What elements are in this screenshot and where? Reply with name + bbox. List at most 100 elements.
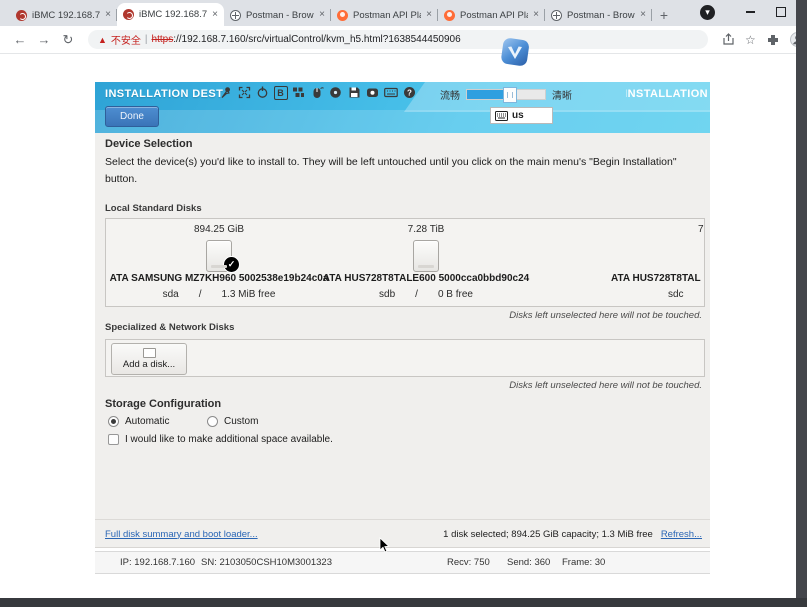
tab-close-icon[interactable]: × [105,10,111,20]
pin-icon[interactable] [218,85,233,100]
soft-keyboard-icon[interactable] [384,85,399,100]
hard-disk-icon: ✓ [206,240,232,272]
specialized-disks-label: Specialized & Network Disks [105,322,234,333]
share-icon[interactable] [722,33,735,46]
maximize-icon [776,7,786,17]
tab-title: iBMC 192.168.7.16 [139,9,207,20]
reload-icon[interactable]: ↻ [56,32,80,48]
url-field[interactable]: ▲ 不安全 | https://192.168.7.160/src/virtua… [88,30,708,49]
tab-ibmc-1[interactable]: iBMC 192.168.7.16 × [10,4,117,26]
url-divider: | [145,34,148,45]
reclaim-space-checkbox[interactable]: I would like to make additional space av… [108,434,333,445]
tab-postman-api-1[interactable]: Postman API Platfo × [331,4,438,26]
tab-title: Postman API Platfo [460,10,528,21]
disk-mount: / [199,289,202,300]
browser-update-icon[interactable]: ▾ [700,5,715,20]
radio-unselected-icon[interactable] [207,416,218,427]
desktop-edge [796,0,807,607]
add-disk-button[interactable]: Add a disk... [111,343,187,375]
forward-icon[interactable]: → [32,32,56,47]
keyboard-layout-indicator[interactable]: us [490,107,553,124]
add-disk-label: Add a disk... [123,359,175,370]
full-disk-summary-link[interactable]: Full disk summary and boot loader... [105,529,258,540]
disk-name: ATA HUS728T8TALE600 5000cca0bbd90c24 [313,273,539,284]
radio-automatic[interactable]: Automatic [108,416,169,427]
desktop-edge [0,598,807,607]
back-icon[interactable]: ← [8,32,32,47]
help-icon[interactable]: ? [402,85,417,100]
extensions-puzzle-icon[interactable] [766,33,780,47]
window-maximize-button[interactable] [766,0,796,24]
tab-close-icon[interactable]: × [212,10,218,20]
refresh-link[interactable]: Refresh... [661,529,702,540]
video-quality-slider: 流畅 清晰 [440,87,572,102]
power-icon[interactable] [255,85,270,100]
tab-close-icon[interactable]: × [319,10,325,20]
tab-title: Postman API Platfo [353,10,421,21]
radio-selected-icon[interactable] [108,416,119,427]
add-disk-icon [143,348,156,358]
selected-check-icon: ✓ [223,256,240,273]
disk-size: 7.28 TiB [321,224,531,235]
disk-tile-sda[interactable]: 894.25 GiB ✓ ATA SAMSUNG MZ7KH960 500253… [114,219,324,307]
security-warning-icon[interactable]: ▲ [98,35,107,45]
status-recv: Recv: 750 [447,557,490,568]
quality-slider-fill [467,90,507,99]
radio-custom[interactable]: Custom [207,416,258,427]
tab-postman-browse-1[interactable]: Postman - Browse × [224,4,331,26]
tab-close-icon[interactable]: × [426,10,432,20]
radio-automatic-label: Automatic [125,416,169,427]
url-scheme: https [152,34,174,45]
selection-summary: 1 disk selected; 894.25 GiB capacity; 1.… [443,529,653,540]
url-text: ://192.168.7.160/src/virtualControl/kvm_… [173,34,460,45]
disk-mount: / [415,289,418,300]
cd-icon[interactable] [328,85,343,100]
disk-name: ATA HUS728T8TAL [611,273,701,284]
disk-tile-sdb[interactable]: 7.28 TiB ATA HUS728T8TALE600 5000cca0bbd… [321,219,531,307]
ibmc-favicon [123,9,134,20]
ibmc-favicon [16,10,27,21]
floppy-icon[interactable] [347,85,362,100]
ibmc-logo [496,34,534,72]
postman-favicon [337,10,348,21]
tab-ibmc-2-active[interactable]: iBMC 192.168.7.16 × [117,3,224,26]
radio-custom-label: Custom [224,416,258,427]
globe-favicon [551,10,562,21]
hard-disk-icon [413,240,439,272]
checkbox-label: I would like to make additional space av… [125,434,333,445]
installer-footer: Full disk summary and boot loader... 1 d… [95,519,710,548]
status-sn: SN: 2103050CSH10M3001323 [201,557,332,568]
bookmark-star-icon[interactable]: ☆ [745,33,756,47]
fullscreen-icon[interactable] [237,85,252,100]
quality-slider-track[interactable] [466,89,546,100]
page-title-right: INSTALLATION [626,88,708,100]
device-selection-description: Select the device(s) you'd like to insta… [105,154,705,189]
disk-size: 7 [698,224,704,235]
tab-title: iBMC 192.168.7.16 [32,10,100,21]
tab-postman-api-2[interactable]: Postman API Platfo × [438,4,545,26]
browser-address-bar: ← → ↻ ▲ 不安全 | https://192.168.7.160/src/… [0,26,807,54]
window-minimize-button[interactable] [735,0,765,24]
header-diagonal-band [95,110,710,133]
local-disks-label: Local Standard Disks [105,203,202,214]
security-warning-label[interactable]: 不安全 [111,32,141,47]
minimize-icon [746,11,755,12]
slider-right-label: 清晰 [552,87,572,102]
tab-postman-browse-2[interactable]: Postman - Browse × [545,4,652,26]
unselected-note: Disks left unselected here will not be t… [509,310,702,321]
bold-b-icon[interactable]: B [274,86,288,100]
record-icon[interactable] [365,85,380,100]
keyboard-layout-label: us [512,110,524,121]
status-ip: IP: 192.168.7.160 [120,557,195,568]
specialized-disks-panel: Add a disk... [105,339,705,377]
checkbox-icon[interactable] [108,434,119,445]
key-macro-icon[interactable] [291,85,306,100]
mouse-icon[interactable] [310,85,325,100]
done-button[interactable]: Done [105,106,159,127]
kvm-toolbar: B ? [218,85,417,100]
svg-text:?: ? [407,88,412,97]
tab-close-icon[interactable]: × [640,10,646,20]
tab-close-icon[interactable]: × [533,10,539,20]
new-tab-button[interactable]: + [652,4,676,26]
quality-slider-handle[interactable] [503,87,517,103]
